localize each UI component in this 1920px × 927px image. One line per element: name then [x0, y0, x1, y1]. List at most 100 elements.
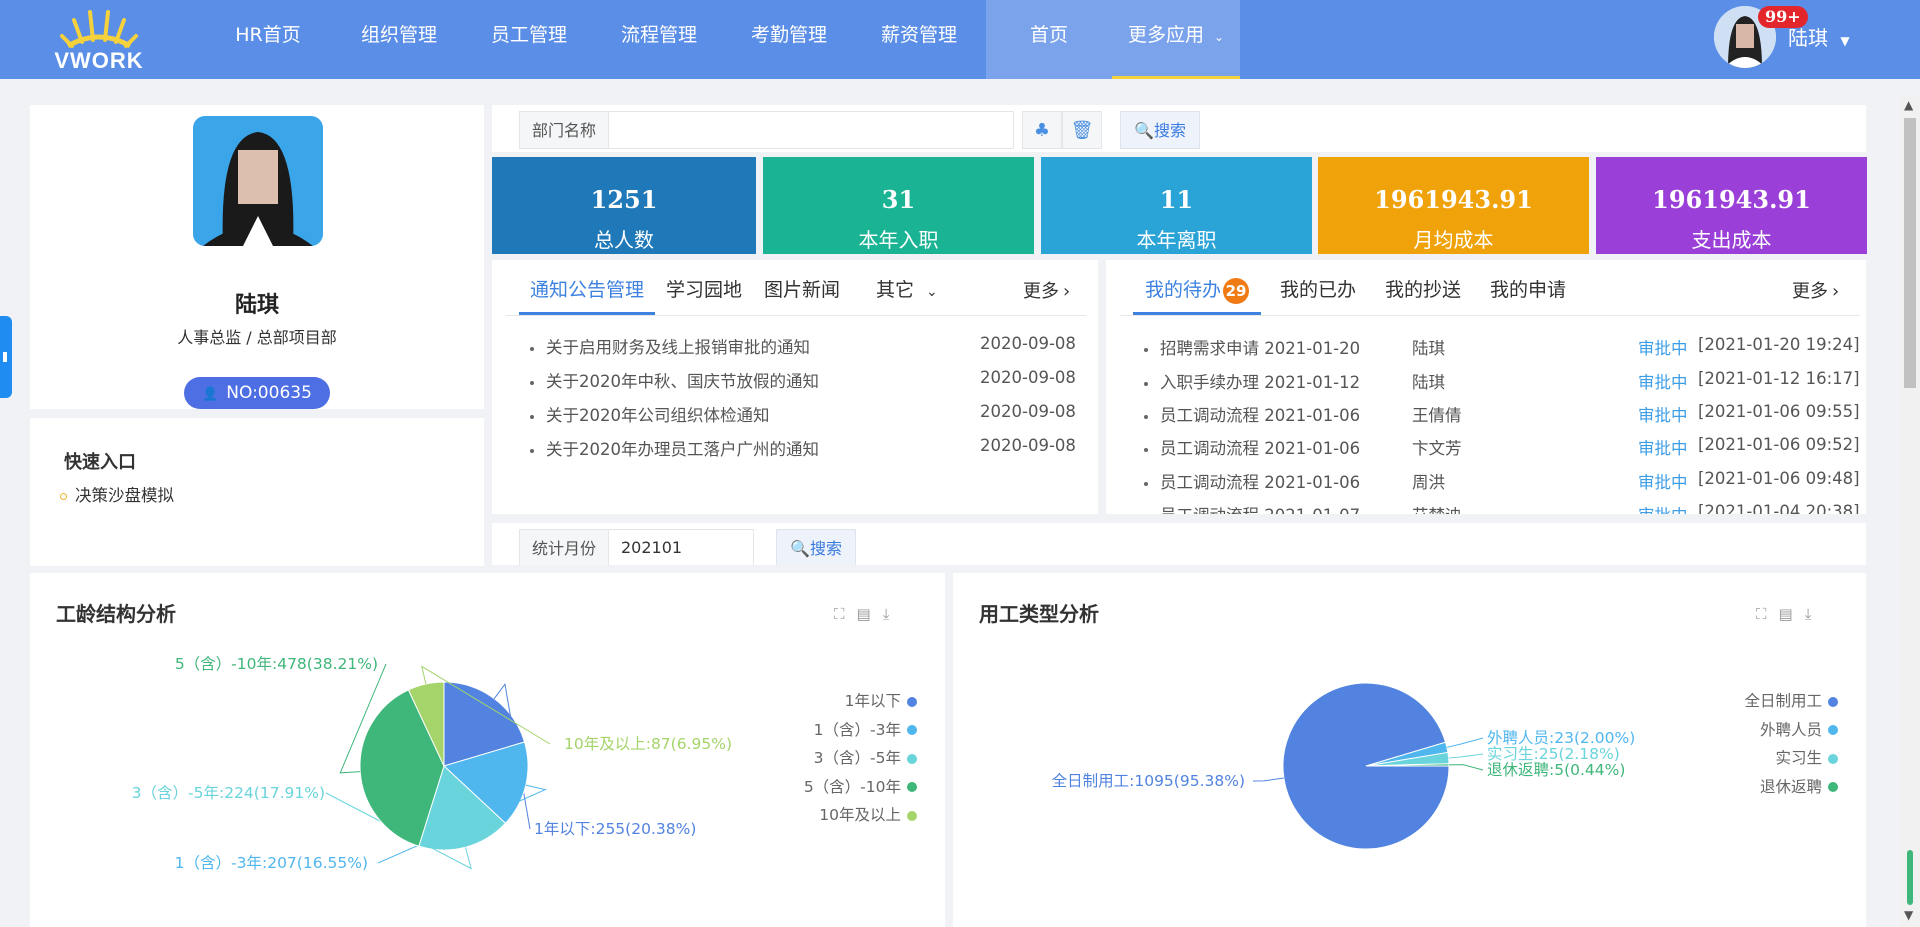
todo-user: 陆琪 — [1412, 373, 1445, 392]
todo-time: [2021-01-06 09:52] — [1698, 435, 1860, 454]
dept-search-button[interactable]: 🔍搜索 — [1120, 111, 1200, 149]
todo-item[interactable]: 员工调动流程 2021-01-07 — [1144, 502, 1360, 514]
nav-process[interactable]: 流程管理 — [609, 0, 709, 79]
todo-more-link[interactable]: 更多 › — [1792, 277, 1839, 303]
tab-other[interactable]: 其它 ⌄ — [876, 275, 938, 302]
tab-my-apply[interactable]: 我的申请 — [1490, 275, 1566, 302]
stat-hired-this-year[interactable]: 31 本年入职 — [763, 157, 1034, 254]
legend-item[interactable]: 实习生 — [1775, 746, 1838, 768]
scroll-up-icon[interactable]: ▲ — [1904, 98, 1913, 112]
legend-item[interactable]: 1（含）-3年 — [814, 718, 917, 740]
stat-value: 1251 — [590, 185, 658, 214]
legend-item[interactable]: 退休返聘 — [1760, 775, 1838, 797]
legend-dot-icon — [1828, 782, 1838, 792]
tab-my-done[interactable]: 我的已办 — [1280, 275, 1356, 302]
todo-item[interactable]: 员工调动流程 2021-01-06 — [1144, 435, 1360, 459]
profile-name: 陆琪 — [234, 293, 279, 318]
todo-count-badge: 29 — [1223, 277, 1250, 304]
scroll-down-icon[interactable]: ▼ — [1904, 908, 1913, 922]
grip-icon — [3, 352, 7, 362]
stat-month-input[interactable]: 202101 — [608, 529, 754, 565]
bullet-icon — [1144, 447, 1148, 452]
tab-my-todo[interactable]: 我的待办 29 — [1145, 275, 1250, 304]
notice-date: 2020-09-08 — [980, 334, 1076, 353]
todo-item[interactable]: 入职手续办理 2021-01-12 — [1144, 369, 1360, 393]
quick-entry-item[interactable]: 决策沙盘模拟 — [60, 482, 174, 506]
user-menu[interactable]: 陆琪 ▼ — [1788, 22, 1850, 51]
nav-salary[interactable]: 薪资管理 — [869, 0, 969, 79]
notice-date: 2020-09-08 — [980, 368, 1076, 387]
stat-label: 本年离职 — [1136, 228, 1217, 252]
notice-card: 通知公告管理 学习园地 图片新闻 其它 ⌄ 更多 › 关于启用财务及线上报销审批的通… — [492, 260, 1098, 514]
todo-status: 审批中 — [1638, 339, 1688, 358]
tenure-chart-card: 工龄结构分析 ⛶▤⤓ 1年以下:255(20.38%) 1（含）-3年:207(1… — [30, 573, 945, 927]
todo-time: [2021-01-06 09:48] — [1698, 469, 1860, 488]
search-icon: 🔍 — [790, 539, 810, 558]
stat-expense-cost[interactable]: 1961943.91 支出成本 — [1596, 157, 1867, 254]
notice-title: 关于2020年中秋、国庆节放假的通知 — [546, 372, 819, 391]
tab-notice[interactable]: 通知公告管理 — [530, 275, 644, 302]
side-drawer-handle[interactable] — [0, 316, 12, 398]
tab-picture-news[interactable]: 图片新闻 — [764, 275, 840, 302]
month-search-button[interactable]: 🔍搜索 — [776, 529, 856, 565]
month-search-bar: 统计月份 202101 🔍搜索 — [492, 523, 1866, 565]
employment-type-pie-chart: 全日制用工:1095(95.38%)外聘人员:23(2.00%)实习生:25(2… — [1052, 682, 1635, 850]
todo-status: 审批中 — [1638, 406, 1688, 425]
chevron-right-icon: › — [1832, 281, 1840, 302]
bullet-icon — [1144, 481, 1148, 486]
scrollbar-thumb[interactable] — [1904, 118, 1916, 388]
legend-item[interactable]: 3（含）-5年 — [814, 746, 917, 768]
stat-total-headcount[interactable]: 1251 总人数 — [492, 157, 756, 254]
legend-item[interactable]: 全日制用工 — [1744, 689, 1838, 711]
todo-time: [2021-01-06 09:55] — [1698, 402, 1860, 421]
notice-more-link[interactable]: 更多 › — [1023, 277, 1070, 303]
legend-item[interactable]: 外聘人员 — [1760, 718, 1838, 740]
nav-hr-home[interactable]: HR首页 — [218, 0, 318, 79]
bullet-icon — [1144, 414, 1148, 419]
todo-title: 员工调动流程 2021-01-06 — [1160, 439, 1361, 458]
todo-title: 员工调动流程 2021-01-07 — [1160, 506, 1360, 514]
page-scrollbar[interactable]: ▲ ▼ — [1900, 96, 1920, 927]
nav-home[interactable]: 首页 — [986, 0, 1112, 79]
bullet-icon — [60, 493, 67, 500]
stat-value: 1961943.91 — [1374, 185, 1533, 214]
tree-icon[interactable]: ♣ — [1022, 111, 1062, 149]
nav-more-apps[interactable]: 更多应用 ⌄ — [1112, 0, 1240, 79]
profile-title: 人事总监 / 总部项目部 — [177, 328, 337, 347]
pie-label: 退休返聘:5(0.44%) — [1487, 761, 1625, 779]
nav-org[interactable]: 组织管理 — [349, 0, 449, 79]
stat-monthly-cost[interactable]: 1961943.91 月均成本 — [1318, 157, 1589, 254]
notice-item[interactable]: 关于2020年公司组织体检通知 — [530, 402, 770, 426]
todo-item[interactable]: 招聘需求申请 2021-01-20 — [1144, 335, 1360, 359]
dept-name-input[interactable] — [608, 111, 1014, 149]
dept-search-label: 搜索 — [1153, 121, 1186, 140]
notice-title: 关于启用财务及线上报销审批的通知 — [546, 338, 810, 357]
nav-employee[interactable]: 员工管理 — [479, 0, 579, 79]
vwork-logo[interactable]: VWORK — [52, 6, 146, 73]
legend-item[interactable]: 10年及以上 — [819, 803, 917, 825]
legend-dot-icon — [907, 782, 917, 792]
notice-item[interactable]: 关于启用财务及线上报销审批的通知 — [530, 334, 810, 358]
tab-learning[interactable]: 学习园地 — [666, 275, 742, 302]
legend-item[interactable]: 1年以下 — [845, 689, 917, 711]
todo-user: 陆琪 — [1412, 339, 1445, 358]
tab-my-cc[interactable]: 我的抄送 — [1385, 275, 1461, 302]
todo-title: 入职手续办理 2021-01-12 — [1160, 373, 1361, 392]
notice-item[interactable]: 关于2020年办理员工落户广州的通知 — [530, 436, 819, 460]
notice-title: 关于2020年公司组织体检通知 — [546, 406, 770, 425]
notice-item[interactable]: 关于2020年中秋、国庆节放假的通知 — [530, 368, 819, 392]
todo-time: [2021-01-04 20:38] — [1698, 502, 1860, 514]
employment-type-chart-card: 用工类型分析 ⛶▤⤓ 全日制用工:1095(95.38%) 外聘人员:23(2.0… — [953, 573, 1866, 927]
todo-item[interactable]: 员工调动流程 2021-01-06 — [1144, 469, 1360, 493]
quick-entry-title: 快速入口 — [64, 452, 136, 473]
tenure-pie-chart: 1年以下:255(20.38%) 1（含）-3年:207(16.55%) 3（含）-… — [132, 655, 732, 872]
todo-title: 员工调动流程 2021-01-06 — [1160, 406, 1361, 425]
legend-item[interactable]: 5（含）-10年 — [804, 775, 917, 797]
legend-dot-icon — [907, 725, 917, 735]
todo-item[interactable]: 员工调动流程 2021-01-06 — [1144, 402, 1360, 426]
trash-icon[interactable]: 🗑 — [1062, 111, 1102, 149]
stat-left-this-year[interactable]: 11 本年离职 — [1041, 157, 1312, 254]
legend-label: 5（含）-10年 — [803, 777, 901, 796]
nav-attendance[interactable]: 考勤管理 — [739, 0, 839, 79]
todo-time: [2021-01-12 16:17] — [1698, 369, 1860, 388]
